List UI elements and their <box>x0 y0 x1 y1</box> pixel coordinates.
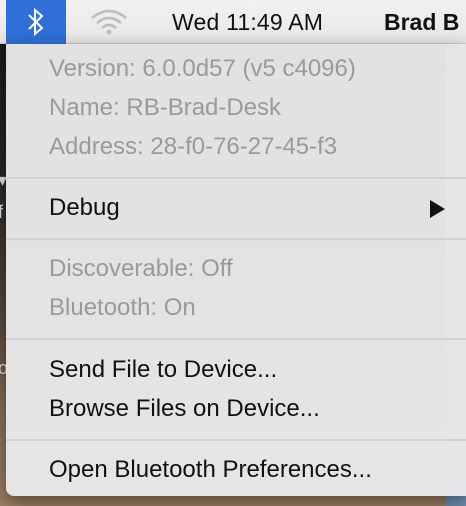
discoverable-status: Discoverable: Off <box>49 255 233 282</box>
wifi-status-item[interactable] <box>84 0 134 44</box>
device-name-info: Name: RB-Brad-Desk <box>49 94 282 121</box>
bluetooth-status: Bluetooth: On <box>49 294 196 321</box>
browse-files-menu-item[interactable]: Browse Files on Device... <box>49 390 320 428</box>
bluetooth-menu: Version: 6.0.0d57 (v5 c4096) Name: RB-Br… <box>6 44 466 496</box>
send-file-menu-item[interactable]: Send File to Device... <box>49 351 277 389</box>
menubar-clock[interactable]: Wed 11:49 AM <box>172 0 323 44</box>
bluetooth-status-item[interactable] <box>6 0 66 44</box>
debug-label: Debug <box>49 194 120 221</box>
wifi-icon <box>91 9 127 35</box>
menu-separator <box>6 439 466 441</box>
menubar-user[interactable]: Brad B <box>384 0 459 44</box>
menu-separator <box>6 177 466 179</box>
menu-separator <box>6 238 466 240</box>
bluetooth-icon <box>28 7 44 37</box>
version-info: Version: 6.0.0d57 (v5 c4096) <box>49 55 356 82</box>
debug-menu-item[interactable]: Debug <box>49 189 120 227</box>
menu-separator <box>6 338 466 340</box>
menu-bar: Wed 11:49 AM Brad B <box>0 0 466 44</box>
device-address-info: Address: 28-f0-76-27-45-f3 <box>49 133 338 160</box>
submenu-arrow-icon <box>430 200 445 218</box>
open-bluetooth-preferences-item[interactable]: Open Bluetooth Preferences... <box>49 451 372 489</box>
background-window-fragment: f <box>0 202 4 222</box>
